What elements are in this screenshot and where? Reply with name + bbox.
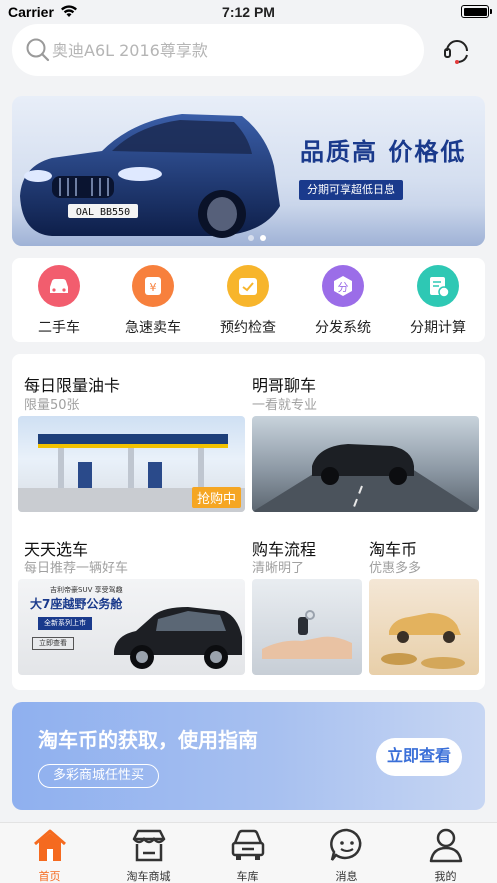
- quick-nav-label: 预约检查: [220, 320, 276, 336]
- tab-label: 车库: [236, 870, 259, 883]
- banner-dot: [248, 235, 254, 241]
- tab-profile[interactable]: 我的: [396, 827, 495, 883]
- calendar-check-icon: [227, 265, 269, 307]
- search-icon: [26, 38, 50, 62]
- battery-icon: [461, 5, 492, 18]
- tile-title: 每日限量油卡: [24, 376, 121, 395]
- tab-label: 首页: [38, 870, 61, 883]
- license-plate: OAL BB550: [76, 207, 130, 218]
- tile-subtitle: 一看就专业: [252, 398, 318, 413]
- quick-nav-label: 分期计算: [410, 320, 466, 336]
- search-input[interactable]: [52, 35, 412, 65]
- user-icon: [429, 828, 462, 863]
- quick-nav-fast-sell[interactable]: ¥ 急速卖车: [108, 265, 198, 337]
- distribution-icon: 分: [322, 265, 364, 307]
- coins-car-image: [369, 579, 479, 675]
- guide-promo-banner[interactable]: 淘车币的获取，使用指南 多彩商城任性买 立即查看: [12, 702, 485, 810]
- ad-tag: 全新系列上市: [38, 617, 92, 630]
- banner-pagination: [248, 226, 272, 245]
- banner-car-image: OAL BB550: [12, 114, 485, 246]
- status-bar: Carrier 7:12 PM: [0, 0, 497, 26]
- tab-bar: 首页 淘车商城 车库 消息 我的: [0, 822, 497, 883]
- quick-nav-inspection[interactable]: 预约检查: [203, 265, 293, 337]
- tab-messages[interactable]: 消息: [297, 827, 396, 883]
- feature-card: 每日限量油卡 限量50张 抢购中 明哥聊车 一看就专业 天天选车 每日推荐一辆好…: [12, 354, 485, 690]
- svg-text:分: 分: [338, 281, 349, 294]
- store-icon: [132, 829, 165, 862]
- rush-badge: 抢购中: [191, 487, 241, 508]
- svg-text:¥: ¥: [150, 281, 157, 294]
- installment-icon: [417, 265, 459, 307]
- car-icon: [38, 265, 80, 307]
- yuan-tag-icon: ¥: [132, 265, 174, 307]
- tile-subtitle: 每日推荐一辆好车: [24, 561, 129, 576]
- banner-subtag: 分期可享超低日息: [299, 180, 403, 200]
- tile-title: 明哥聊车: [252, 376, 317, 395]
- quick-nav-distribution[interactable]: 分 分发系统: [298, 265, 388, 337]
- message-icon: [329, 828, 361, 861]
- tab-label: 我的: [434, 870, 457, 883]
- ad-button: 立即查看: [32, 637, 74, 650]
- quick-nav: 二手车 ¥ 急速卖车 预约检查 分 分发系统 分期计算: [12, 258, 485, 342]
- handshake-key-image: [252, 579, 362, 675]
- tile-subtitle: 限量50张: [24, 398, 80, 413]
- banner-dot-active: [260, 235, 266, 241]
- tab-label: 消息: [335, 870, 358, 883]
- banner-headline: 品质高 价格低: [300, 137, 467, 166]
- home-icon: [33, 829, 66, 861]
- promo-banner[interactable]: OAL BB550 品质高 价格低 分期可享超低日息: [12, 96, 485, 246]
- garage-icon: [231, 829, 264, 860]
- tile-subtitle: 优惠多多: [369, 561, 422, 576]
- gas-station-image: 抢购中: [18, 416, 245, 512]
- view-now-button[interactable]: 立即查看: [376, 738, 462, 776]
- quick-nav-label: 二手车: [38, 320, 80, 336]
- quick-nav-used-car[interactable]: 二手车: [14, 265, 104, 337]
- quick-nav-label: 分发系统: [315, 320, 371, 336]
- tile-subtitle: 清晰明了: [252, 561, 305, 576]
- quick-nav-label: 急速卖车: [125, 320, 181, 336]
- customer-service-icon[interactable]: [441, 34, 473, 66]
- promo-title: 淘车币的获取，使用指南: [38, 728, 258, 752]
- search-bar[interactable]: [12, 24, 424, 76]
- tab-garage[interactable]: 车库: [198, 827, 297, 883]
- promo-subtitle: 多彩商城任性买: [38, 764, 160, 788]
- tab-label: 淘车商城: [126, 870, 171, 883]
- road-car-image: [252, 416, 479, 512]
- status-time: 7:12 PM: [222, 4, 275, 20]
- tab-home[interactable]: 首页: [0, 827, 99, 883]
- quick-nav-installment[interactable]: 分期计算: [393, 265, 483, 337]
- suv-ad-image: 吉利帝豪SUV 享受驾趣 大7座越野公务舱 全新系列上市 立即查看: [18, 579, 245, 675]
- tab-store[interactable]: 淘车商城: [99, 827, 198, 883]
